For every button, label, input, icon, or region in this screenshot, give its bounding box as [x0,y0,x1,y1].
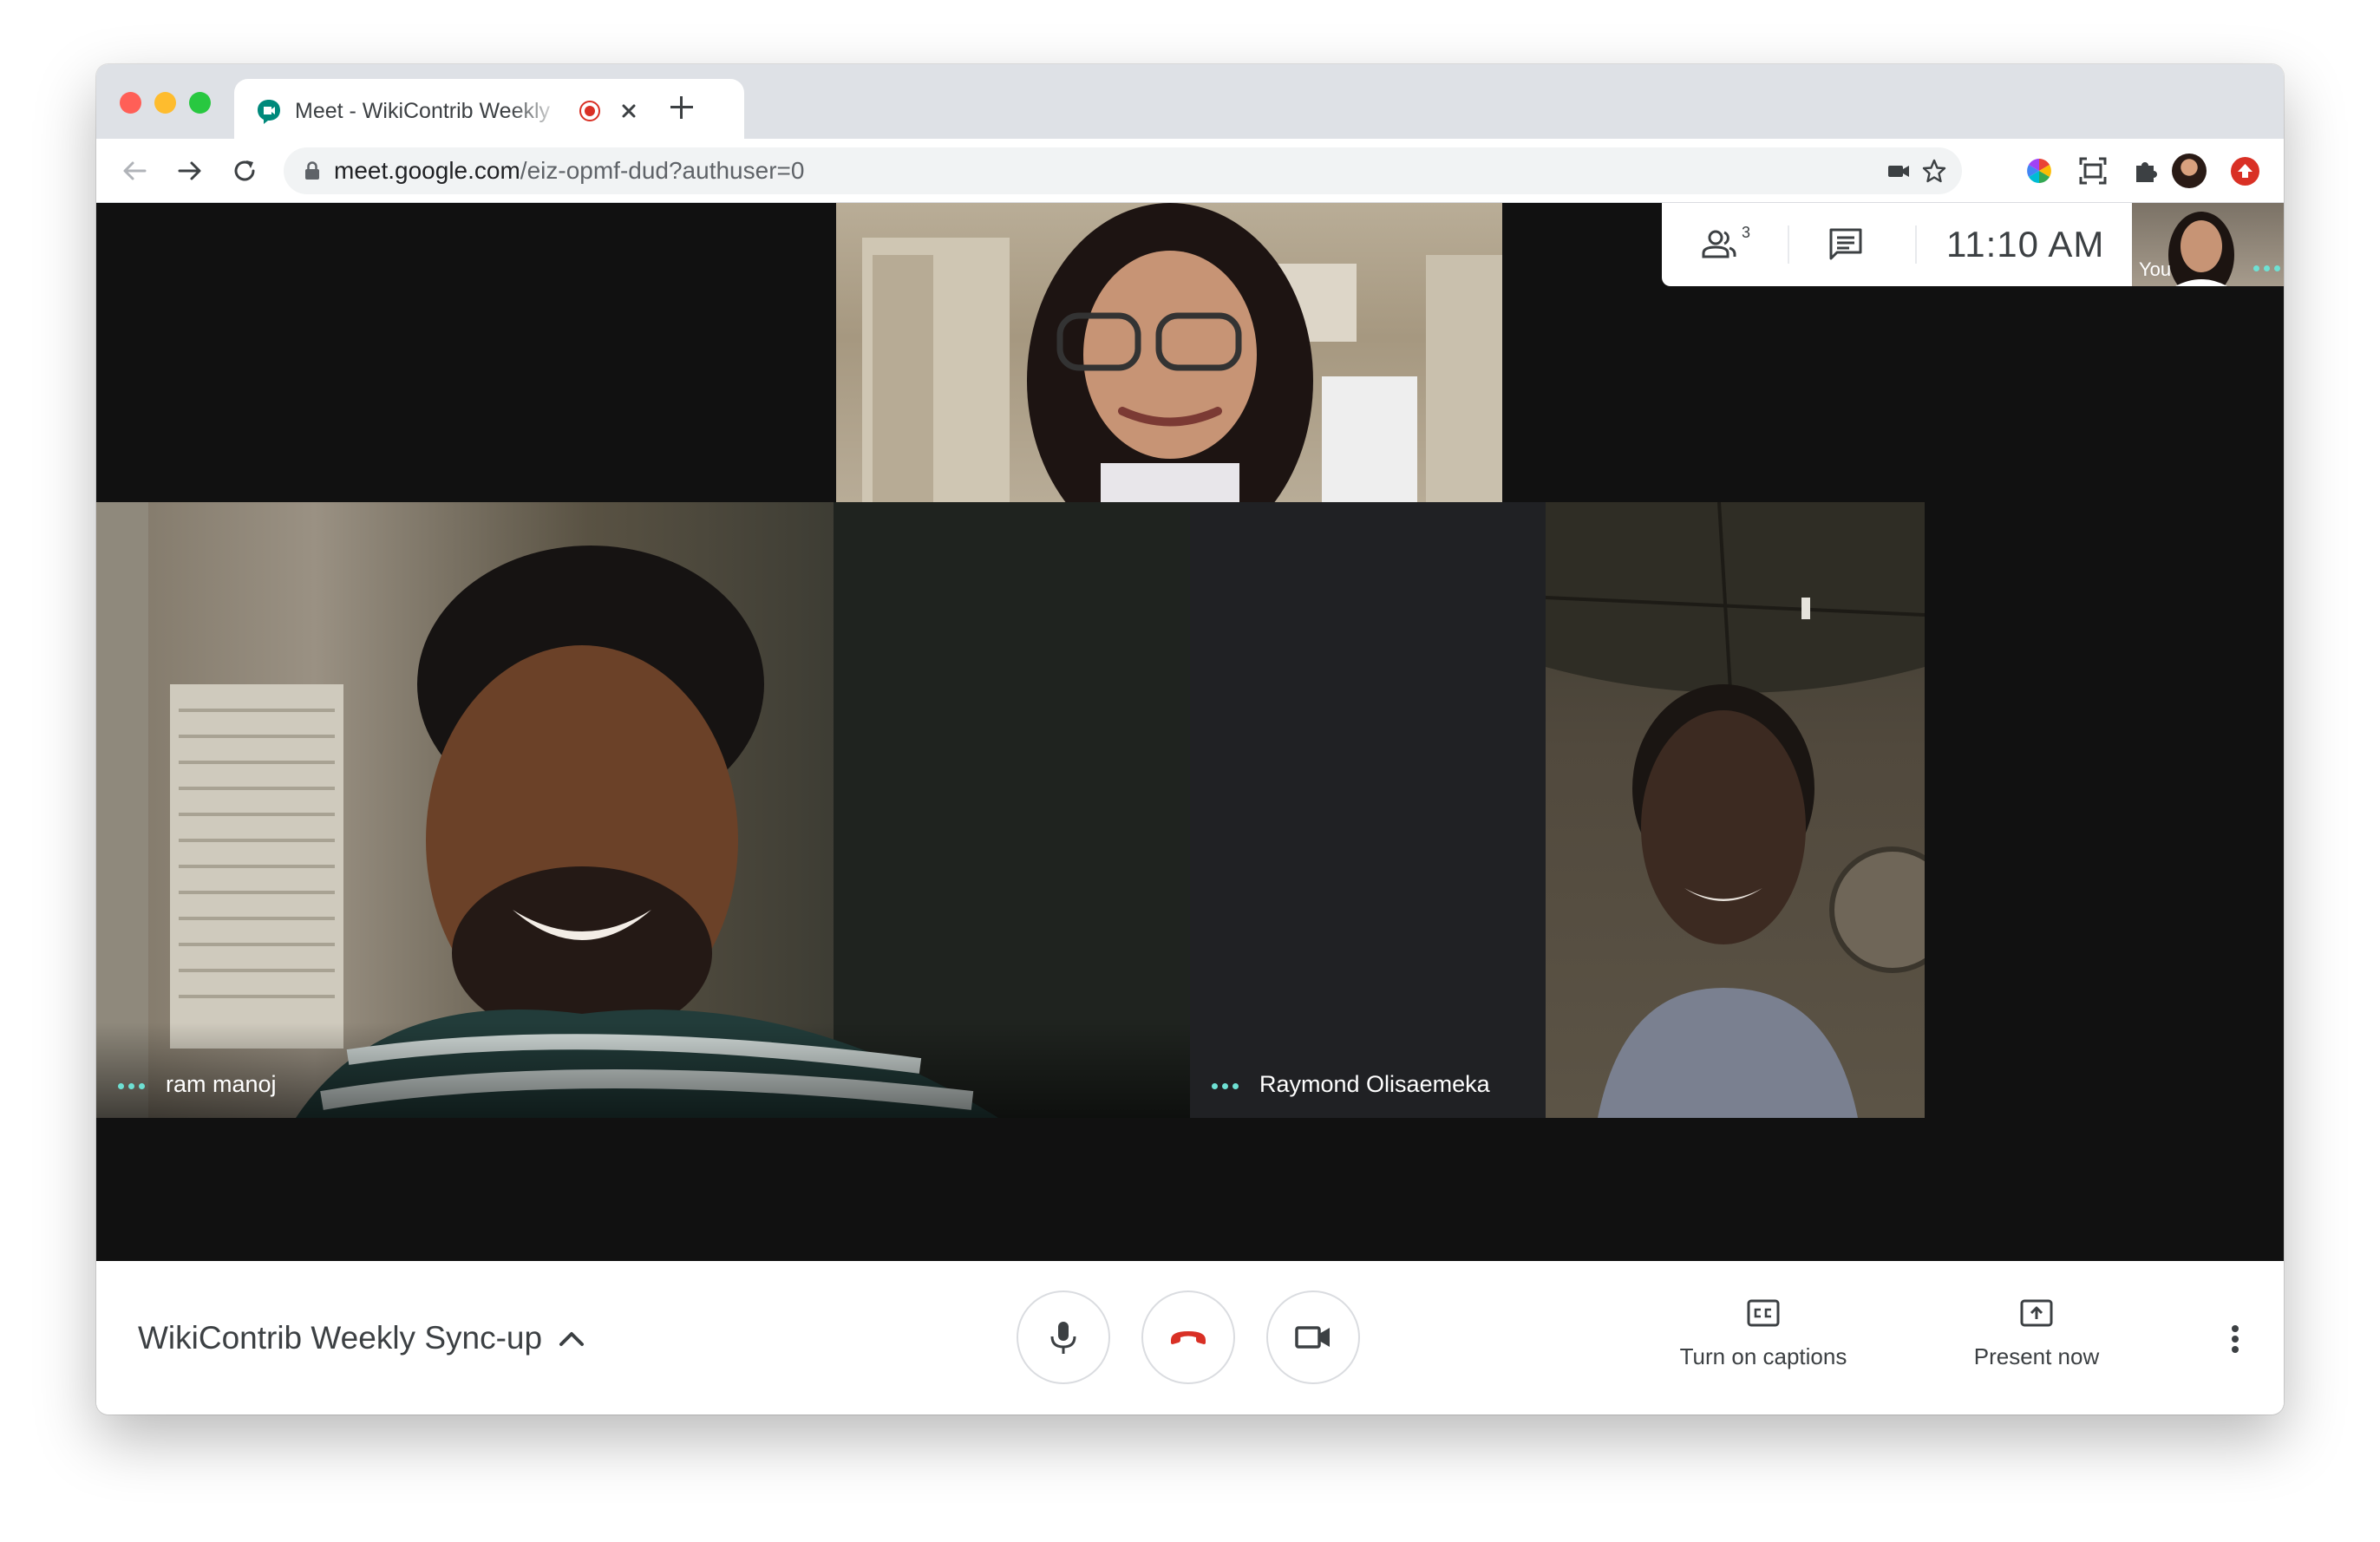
participant-name-tag: Raymond Olisaemeka [1211,1069,1490,1099]
update-arrow-icon [2238,164,2252,178]
present-button[interactable]: Present now [1932,1296,2141,1382]
self-view-tile[interactable]: You [2132,203,2284,286]
divider [1788,225,1789,264]
tab-title: Meet - WikiContrib Weekly [295,99,551,123]
close-icon[interactable] [614,96,644,126]
url-text: meet.google.com/eiz-opmf-dud?authuser=0 [334,147,804,194]
participant-name: ram manoj [166,1071,277,1097]
browser-toolbar: meet.google.com/eiz-opmf-dud?authuser=0 [96,139,2284,203]
plus-icon[interactable] [669,95,695,121]
meeting-clock: 11:10 AM [1946,224,2105,265]
lock-icon[interactable] [304,161,320,180]
more-dots-icon[interactable] [2252,253,2282,283]
color-wheel-icon[interactable] [2024,155,2055,186]
address-bar[interactable]: meet.google.com/eiz-opmf-dud?authuser=0 [284,147,1962,194]
self-label: You [2139,258,2172,280]
star-icon[interactable] [1920,157,1948,185]
participant-name: Raymond Olisaemeka [1259,1071,1490,1097]
screenshot-icon[interactable] [2077,155,2109,186]
meeting-controls: WikiContrib Weekly Sync-up Turn on capti… [96,1261,2284,1415]
recording-icon [579,101,600,121]
meet-favicon-icon [258,100,280,124]
participant-name-tag: ram manoj [117,1069,277,1099]
more-dots-icon[interactable] [1211,1071,1240,1101]
captions-button[interactable]: Turn on captions [1659,1296,1867,1382]
divider [1915,225,1917,264]
back-icon[interactable] [119,155,150,186]
hangup-icon [1171,1331,1206,1344]
video-tile-ram-manoj[interactable]: ram manoj [96,502,1190,1118]
minimize-window-button[interactable] [154,92,176,114]
more-dots-icon[interactable] [117,1071,147,1101]
participants-count: 3 [1742,224,1751,241]
url-host: meet.google.com [334,157,520,184]
camera-icon[interactable] [1885,157,1912,185]
update-icon[interactable] [2231,157,2259,186]
video-tile-top[interactable] [836,203,1502,502]
video-tile-raymond-padding: Raymond Olisaemeka [1190,502,1546,1118]
meeting-info-card: 3 11:10 AM [1662,203,2132,286]
present-label: Present now [1973,1343,2100,1369]
tab-meet[interactable]: Meet - WikiContrib Weekly [234,79,744,139]
tab-strip: Meet - WikiContrib Weekly [96,64,2284,139]
video-tile-raymond-olisaemeka[interactable] [1546,502,1925,1118]
present-icon [2020,1299,2053,1327]
meeting-stage: ram manoj Raymond Olisaemeka 3 11:10 AM … [96,203,2284,1261]
profile-avatar[interactable] [2172,154,2207,188]
mic-button[interactable] [1017,1290,1110,1384]
leave-call-button[interactable] [1141,1290,1235,1384]
captions-icon [1747,1299,1780,1327]
mic-icon [1050,1322,1076,1354]
zoom-window-button[interactable] [189,92,211,114]
video-icon [1295,1326,1330,1349]
captions-label: Turn on captions [1679,1343,1847,1369]
camera-button[interactable] [1266,1290,1360,1384]
browser-window: Meet - WikiContrib Weekly meet.google.co… [96,64,2284,1415]
forward-icon[interactable] [174,155,206,186]
extensions-icon[interactable] [2130,155,2161,186]
participant-video [1546,502,1925,1118]
more-vert-icon[interactable] [2220,1322,2251,1356]
meeting-title[interactable]: WikiContrib Weekly Sync-up [138,1261,542,1415]
reload-icon[interactable] [229,155,260,186]
chat-icon[interactable] [1825,224,1867,265]
url-path: /eiz-opmf-dud?authuser=0 [520,157,805,184]
chevron-up-icon[interactable] [554,1322,589,1356]
close-window-button[interactable] [120,92,141,114]
participant-video [862,203,1502,502]
people-icon[interactable] [1698,224,1740,265]
